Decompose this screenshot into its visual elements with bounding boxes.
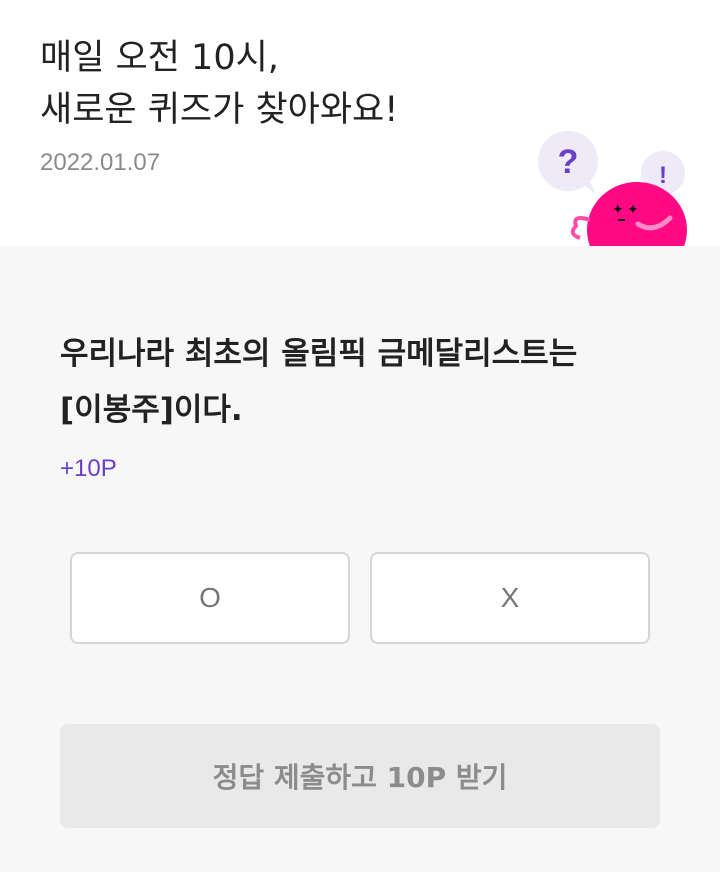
- quiz-question-line1: 우리나라 최초의 올림픽 금메달리스트는: [60, 336, 578, 372]
- svg-text:✦: ✦: [627, 202, 639, 218]
- quiz-content: 우리나라 최초의 올림픽 금메달리스트는 [이봉주]이다. +10P O X 정…: [0, 246, 720, 872]
- header-title-line2: 새로운 퀴즈가 찾아와요!: [40, 90, 399, 130]
- quiz-question: 우리나라 최초의 올림픽 금메달리스트는 [이봉주]이다.: [60, 326, 660, 438]
- quiz-question-line2: [이봉주]이다.: [60, 392, 243, 428]
- quiz-date: 2022.01.07: [40, 149, 161, 176]
- answer-x-button[interactable]: X: [370, 552, 650, 644]
- question-mark-text: ?: [558, 143, 579, 181]
- quiz-header: 매일 오전 10시, 새로운 퀴즈가 찾아와요! 2022.01.07 ? ! …: [0, 0, 720, 246]
- quiz-points-badge: +10P: [60, 455, 117, 482]
- question-bubble-icon: ?: [538, 131, 598, 194]
- mascot-illustration: ? ! ✦ ✦: [538, 131, 687, 246]
- header-title: 매일 오전 10시, 새로운 퀴즈가 찾아와요!: [40, 32, 398, 136]
- answer-o-button[interactable]: O: [70, 552, 350, 644]
- submit-answer-button[interactable]: 정답 제출하고 10P 받기: [60, 724, 660, 828]
- svg-text:✦: ✦: [612, 202, 624, 218]
- exclamation-mark-text: !: [659, 162, 667, 189]
- header-title-line1: 매일 오전 10시,: [40, 38, 279, 78]
